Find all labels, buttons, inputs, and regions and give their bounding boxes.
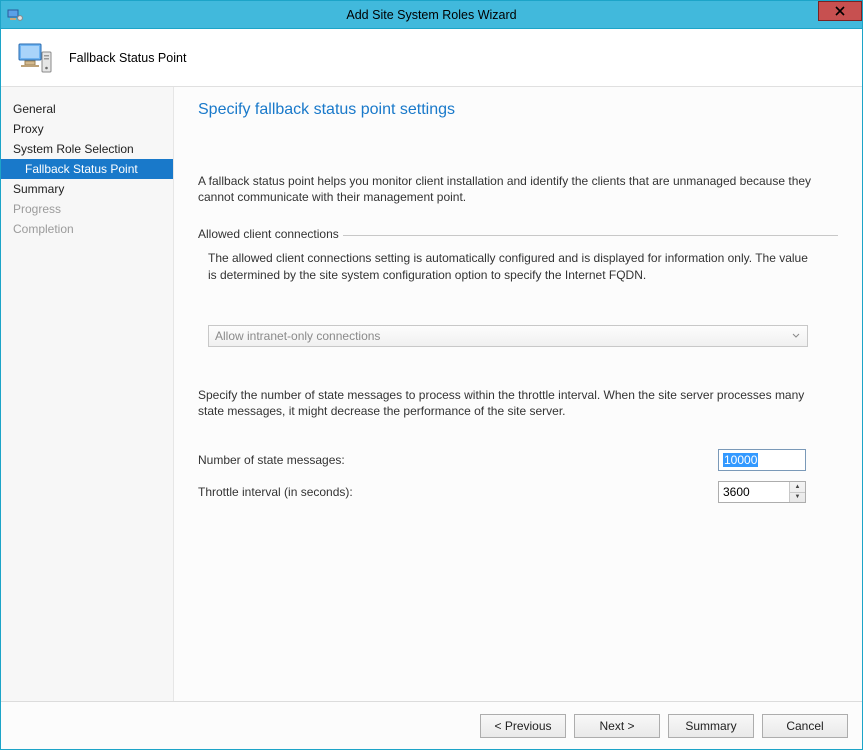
spinner-down-icon[interactable]: ▼ <box>790 493 805 503</box>
page-description: A fallback status point helps you monito… <box>198 173 818 205</box>
allowed-connections-combo: Allow intranet-only connections <box>208 325 808 347</box>
throttle-interval-row: Throttle interval (in seconds): ▲ ▼ <box>198 481 838 503</box>
content-pane: Specify fallback status point settings A… <box>173 87 862 701</box>
spinner-arrows: ▲ ▼ <box>789 482 805 502</box>
spinner-up-icon[interactable]: ▲ <box>790 482 805 493</box>
nav-item-general[interactable]: General <box>1 99 173 119</box>
num-messages-label: Number of state messages: <box>198 453 718 467</box>
app-icon <box>7 7 23 23</box>
wizard-window: Add Site System Roles Wizard Fallback St… <box>0 0 863 750</box>
nav-item-system-role-selection[interactable]: System Role Selection <box>1 139 173 159</box>
chevron-down-icon <box>789 329 803 343</box>
nav-item-proxy[interactable]: Proxy <box>1 119 173 139</box>
header-band: Fallback Status Point <box>1 29 862 87</box>
nav-sidebar: General Proxy System Role Selection Fall… <box>1 87 173 701</box>
allowed-connections-group: Allowed client connections The allowed c… <box>198 235 838 356</box>
summary-button[interactable]: Summary <box>668 714 754 738</box>
nav-item-progress: Progress <box>1 199 173 219</box>
titlebar: Add Site System Roles Wizard <box>1 1 862 29</box>
throttle-interval-label: Throttle interval (in seconds): <box>198 485 718 499</box>
next-button[interactable]: Next > <box>574 714 660 738</box>
footer: < Previous Next > Summary Cancel <box>1 701 862 749</box>
close-button[interactable] <box>818 1 862 21</box>
page-heading: Specify fallback status point settings <box>198 101 838 119</box>
throttle-interval-input[interactable] <box>719 482 789 502</box>
header-label: Fallback Status Point <box>69 51 186 65</box>
num-messages-input[interactable]: 10000 <box>718 449 806 471</box>
group-label: Allowed client connections <box>198 227 343 241</box>
throttle-description: Specify the number of state messages to … <box>198 387 808 419</box>
nav-item-fallback-status-point[interactable]: Fallback Status Point <box>1 159 173 179</box>
nav-item-summary[interactable]: Summary <box>1 179 173 199</box>
previous-button[interactable]: < Previous <box>480 714 566 738</box>
server-computer-icon <box>15 38 55 78</box>
window-title: Add Site System Roles Wizard <box>1 8 862 22</box>
combo-value: Allow intranet-only connections <box>215 329 380 343</box>
throttle-interval-spinner[interactable]: ▲ ▼ <box>718 481 806 503</box>
group-description: The allowed client connections setting i… <box>208 250 808 282</box>
cancel-button[interactable]: Cancel <box>762 714 848 738</box>
num-messages-row: Number of state messages: 10000 <box>198 449 838 471</box>
nav-item-completion: Completion <box>1 219 173 239</box>
wizard-body: General Proxy System Role Selection Fall… <box>1 87 862 701</box>
